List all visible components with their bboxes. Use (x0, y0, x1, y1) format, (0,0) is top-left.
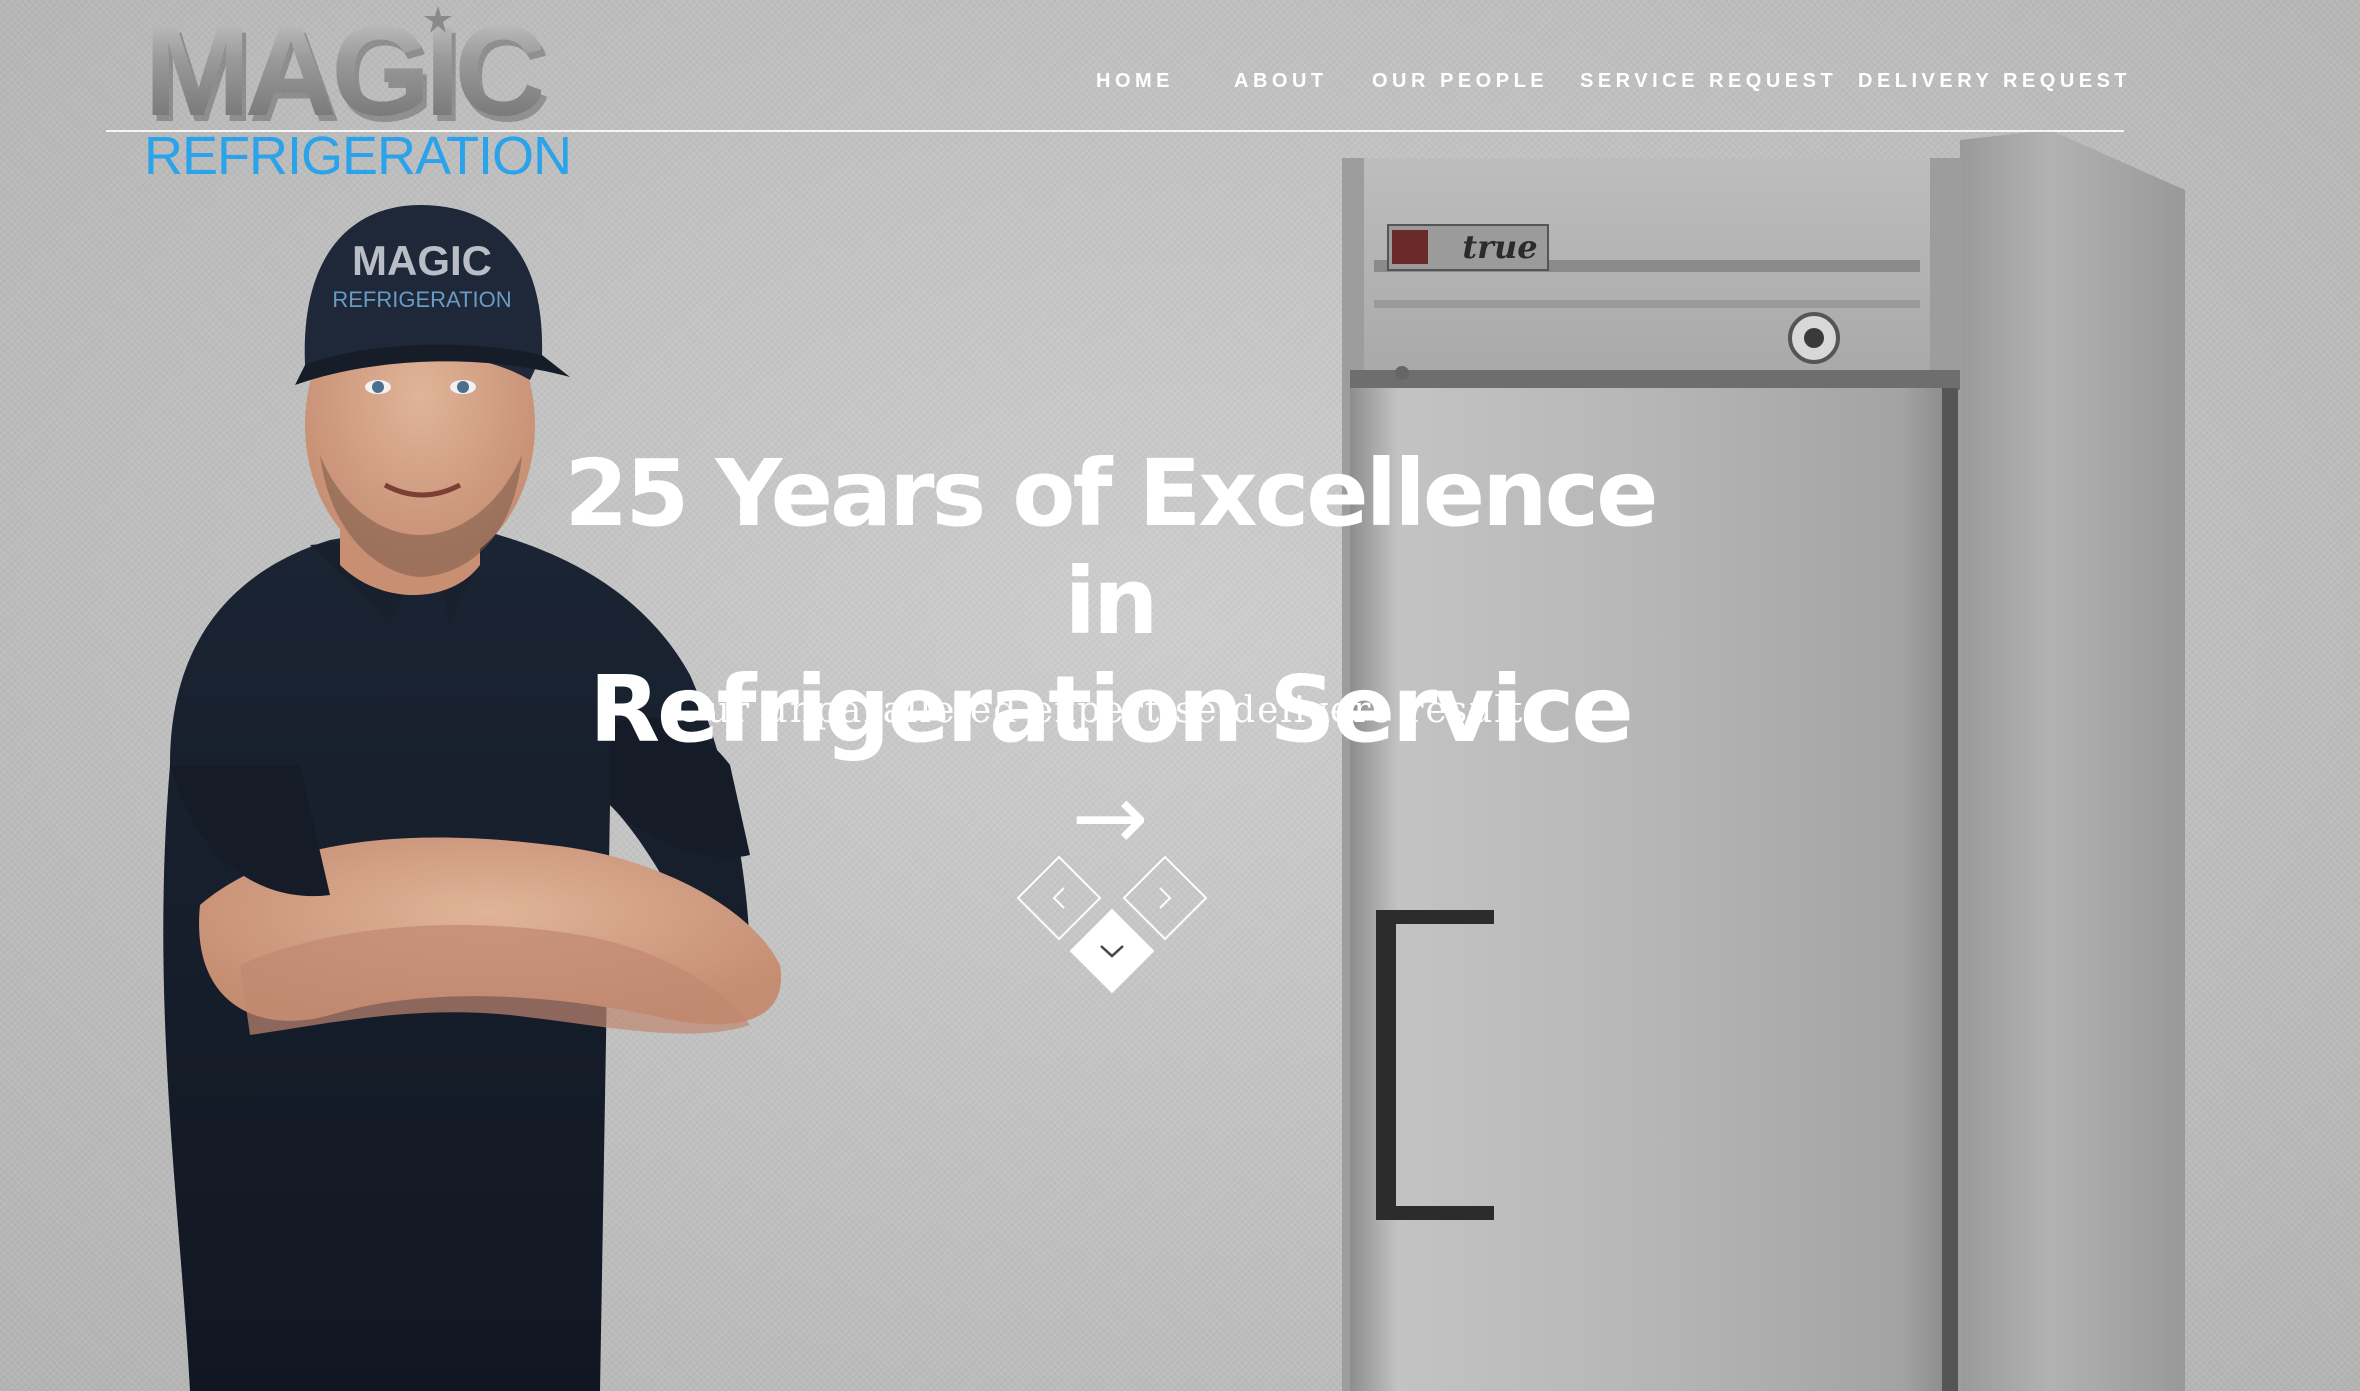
cap-logo-magic: MAGIC (352, 237, 492, 284)
hero-title-line1: 25 Years of Excellence in (564, 440, 1658, 655)
scroll-down-button[interactable] (1069, 908, 1155, 994)
cap-logo-refrigeration: REFRIGERATION (332, 287, 511, 312)
hero-subtitle: Our unparalleled expertise delivers resu… (675, 690, 1545, 731)
nav-service-request[interactable]: SERVICE REQUEST (1580, 70, 1837, 93)
header-divider (106, 130, 2124, 132)
nav-about[interactable]: ABOUT (1234, 70, 1328, 93)
svg-text:true: true (1462, 228, 1537, 266)
nav-home[interactable]: HOME (1096, 70, 1174, 93)
star-icon (424, 6, 452, 33)
arrow-right-icon: → (1071, 764, 1149, 871)
main-navigation: HOME ABOUT OUR PEOPLE SERVICE REQUEST DE… (1080, 70, 2130, 106)
chevron-left-icon (1052, 887, 1065, 909)
nav-our-people[interactable]: OUR PEOPLE (1372, 70, 1548, 93)
lock-icon (1395, 366, 1409, 380)
chevron-down-icon (1100, 945, 1124, 958)
magic-refrigeration-logo[interactable]: MAGIC MAGIC REFRIGERATION (140, 0, 572, 188)
logo-wordmark-refrigeration: REFRIGERATION (144, 126, 572, 186)
logo-wordmark-magic: MAGIC (144, 0, 547, 143)
hero-title-line2: Refrigeration Service → (589, 656, 1634, 871)
hero-title[interactable]: 25 Years of Excellence in Refrigeration … (560, 440, 1660, 872)
brand-badge: true (1387, 224, 1549, 271)
hero-page: true MAGIC REFRIGERATION MAGIC REFRIGERA… (0, 0, 2360, 1391)
nav-delivery-request[interactable]: DELIVERY REQUEST (1858, 70, 2131, 93)
chevron-right-icon (1159, 887, 1172, 909)
